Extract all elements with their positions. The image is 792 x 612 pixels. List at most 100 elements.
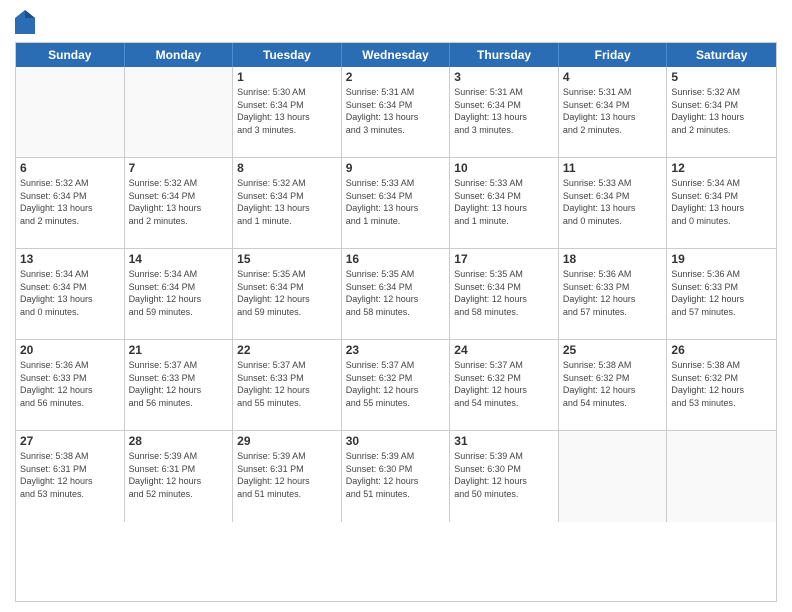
calendar-cell [16, 67, 125, 157]
day-detail: Sunrise: 5:37 AM Sunset: 6:32 PM Dayligh… [346, 359, 446, 409]
day-detail: Sunrise: 5:32 AM Sunset: 6:34 PM Dayligh… [20, 177, 120, 227]
day-detail: Sunrise: 5:31 AM Sunset: 6:34 PM Dayligh… [563, 86, 663, 136]
calendar-cell: 7 Sunrise: 5:32 AM Sunset: 6:34 PM Daylig… [125, 158, 234, 248]
day-detail: Sunrise: 5:38 AM Sunset: 6:32 PM Dayligh… [563, 359, 663, 409]
day-detail: Sunrise: 5:33 AM Sunset: 6:34 PM Dayligh… [454, 177, 554, 227]
day-detail: Sunrise: 5:36 AM Sunset: 6:33 PM Dayligh… [563, 268, 663, 318]
calendar-cell: 15 Sunrise: 5:35 AM Sunset: 6:34 PM Dayli… [233, 249, 342, 339]
day-detail: Sunrise: 5:34 AM Sunset: 6:34 PM Dayligh… [129, 268, 229, 318]
calendar-cell: 1 Sunrise: 5:30 AM Sunset: 6:34 PM Daylig… [233, 67, 342, 157]
day-number: 2 [346, 70, 446, 84]
calendar-cell: 21 Sunrise: 5:37 AM Sunset: 6:33 PM Dayli… [125, 340, 234, 430]
day-number: 29 [237, 434, 337, 448]
calendar-row: 13Sunrise: 5:34 AM Sunset: 6:34 PM Dayli… [16, 249, 776, 340]
day-number: 1 [237, 70, 337, 84]
day-number: 23 [346, 343, 446, 357]
day-detail: Sunrise: 5:33 AM Sunset: 6:34 PM Dayligh… [346, 177, 446, 227]
day-detail: Sunrise: 5:30 AM Sunset: 6:34 PM Dayligh… [237, 86, 337, 136]
day-detail: Sunrise: 5:36 AM Sunset: 6:33 PM Dayligh… [671, 268, 772, 318]
calendar-cell: 10 Sunrise: 5:33 AM Sunset: 6:34 PM Dayli… [450, 158, 559, 248]
calendar-cell: 24 Sunrise: 5:37 AM Sunset: 6:32 PM Dayli… [450, 340, 559, 430]
calendar-cell: 2 Sunrise: 5:31 AM Sunset: 6:34 PM Daylig… [342, 67, 451, 157]
day-detail: Sunrise: 5:37 AM Sunset: 6:33 PM Dayligh… [237, 359, 337, 409]
calendar-cell: 17Sunrise: 5:35 AM Sunset: 6:34 PM Dayli… [450, 249, 559, 339]
day-number: 4 [563, 70, 663, 84]
weekday-header: Wednesday [342, 43, 451, 67]
calendar-cell: 20 Sunrise: 5:36 AM Sunset: 6:33 PM Dayli… [16, 340, 125, 430]
day-detail: Sunrise: 5:31 AM Sunset: 6:34 PM Dayligh… [454, 86, 554, 136]
weekday-header: Tuesday [233, 43, 342, 67]
day-number: 12 [671, 161, 772, 175]
day-detail: Sunrise: 5:39 AM Sunset: 6:31 PM Dayligh… [237, 450, 337, 500]
calendar-cell: 23 Sunrise: 5:37 AM Sunset: 6:32 PM Dayli… [342, 340, 451, 430]
calendar: SundayMondayTuesdayWednesdayThursdayFrid… [15, 42, 777, 602]
day-number: 9 [346, 161, 446, 175]
calendar-cell: 12Sunrise: 5:34 AM Sunset: 6:34 PM Dayli… [667, 158, 776, 248]
day-number: 14 [129, 252, 229, 266]
day-number: 6 [20, 161, 120, 175]
day-detail: Sunrise: 5:31 AM Sunset: 6:34 PM Dayligh… [346, 86, 446, 136]
day-number: 11 [563, 161, 663, 175]
calendar-cell: 30 Sunrise: 5:39 AM Sunset: 6:30 PM Dayli… [342, 431, 451, 522]
calendar-row: 20 Sunrise: 5:36 AM Sunset: 6:33 PM Dayli… [16, 340, 776, 431]
calendar-cell: 18 Sunrise: 5:36 AM Sunset: 6:33 PM Dayli… [559, 249, 668, 339]
day-detail: Sunrise: 5:36 AM Sunset: 6:33 PM Dayligh… [20, 359, 120, 409]
day-detail: Sunrise: 5:39 AM Sunset: 6:31 PM Dayligh… [129, 450, 229, 500]
calendar-cell: 22 Sunrise: 5:37 AM Sunset: 6:33 PM Dayli… [233, 340, 342, 430]
day-number: 3 [454, 70, 554, 84]
day-detail: Sunrise: 5:32 AM Sunset: 6:34 PM Dayligh… [237, 177, 337, 227]
calendar-cell: 31Sunrise: 5:39 AM Sunset: 6:30 PM Dayli… [450, 431, 559, 522]
day-detail: Sunrise: 5:35 AM Sunset: 6:34 PM Dayligh… [454, 268, 554, 318]
page-header [15, 10, 777, 34]
calendar-row: 6 Sunrise: 5:32 AM Sunset: 6:34 PM Daylig… [16, 158, 776, 249]
day-number: 25 [563, 343, 663, 357]
calendar-cell: 5 Sunrise: 5:32 AM Sunset: 6:34 PM Daylig… [667, 67, 776, 157]
calendar-cell [667, 431, 776, 522]
day-number: 18 [563, 252, 663, 266]
day-number: 20 [20, 343, 120, 357]
day-detail: Sunrise: 5:39 AM Sunset: 6:30 PM Dayligh… [454, 450, 554, 500]
weekday-header: Monday [125, 43, 234, 67]
day-number: 21 [129, 343, 229, 357]
calendar-cell [125, 67, 234, 157]
day-number: 19 [671, 252, 772, 266]
day-detail: Sunrise: 5:37 AM Sunset: 6:32 PM Dayligh… [454, 359, 554, 409]
day-detail: Sunrise: 5:35 AM Sunset: 6:34 PM Dayligh… [237, 268, 337, 318]
day-number: 27 [20, 434, 120, 448]
day-number: 26 [671, 343, 772, 357]
day-number: 30 [346, 434, 446, 448]
day-number: 8 [237, 161, 337, 175]
day-detail: Sunrise: 5:37 AM Sunset: 6:33 PM Dayligh… [129, 359, 229, 409]
calendar-header: SundayMondayTuesdayWednesdayThursdayFrid… [16, 43, 776, 67]
logo [15, 10, 39, 34]
day-number: 7 [129, 161, 229, 175]
day-number: 24 [454, 343, 554, 357]
day-detail: Sunrise: 5:34 AM Sunset: 6:34 PM Dayligh… [20, 268, 120, 318]
day-detail: Sunrise: 5:35 AM Sunset: 6:34 PM Dayligh… [346, 268, 446, 318]
day-detail: Sunrise: 5:32 AM Sunset: 6:34 PM Dayligh… [671, 86, 772, 136]
day-detail: Sunrise: 5:39 AM Sunset: 6:30 PM Dayligh… [346, 450, 446, 500]
day-number: 16 [346, 252, 446, 266]
day-number: 5 [671, 70, 772, 84]
weekday-header: Thursday [450, 43, 559, 67]
logo-icon [15, 10, 35, 34]
day-detail: Sunrise: 5:38 AM Sunset: 6:31 PM Dayligh… [20, 450, 120, 500]
calendar-cell: 26Sunrise: 5:38 AM Sunset: 6:32 PM Dayli… [667, 340, 776, 430]
weekday-header: Friday [559, 43, 668, 67]
day-number: 10 [454, 161, 554, 175]
calendar-cell: 16 Sunrise: 5:35 AM Sunset: 6:34 PM Dayli… [342, 249, 451, 339]
weekday-header: Sunday [16, 43, 125, 67]
calendar-cell: 3 Sunrise: 5:31 AM Sunset: 6:34 PM Daylig… [450, 67, 559, 157]
day-detail: Sunrise: 5:32 AM Sunset: 6:34 PM Dayligh… [129, 177, 229, 227]
calendar-cell: 6 Sunrise: 5:32 AM Sunset: 6:34 PM Daylig… [16, 158, 125, 248]
day-number: 22 [237, 343, 337, 357]
calendar-cell: 9 Sunrise: 5:33 AM Sunset: 6:34 PM Daylig… [342, 158, 451, 248]
calendar-cell [559, 431, 668, 522]
calendar-cell: 19 Sunrise: 5:36 AM Sunset: 6:33 PM Dayli… [667, 249, 776, 339]
day-number: 15 [237, 252, 337, 266]
weekday-header: Saturday [667, 43, 776, 67]
calendar-cell: 25 Sunrise: 5:38 AM Sunset: 6:32 PM Dayli… [559, 340, 668, 430]
calendar-cell: 29 Sunrise: 5:39 AM Sunset: 6:31 PM Dayli… [233, 431, 342, 522]
calendar-row: 27 Sunrise: 5:38 AM Sunset: 6:31 PM Dayli… [16, 431, 776, 522]
calendar-cell: 13Sunrise: 5:34 AM Sunset: 6:34 PM Dayli… [16, 249, 125, 339]
